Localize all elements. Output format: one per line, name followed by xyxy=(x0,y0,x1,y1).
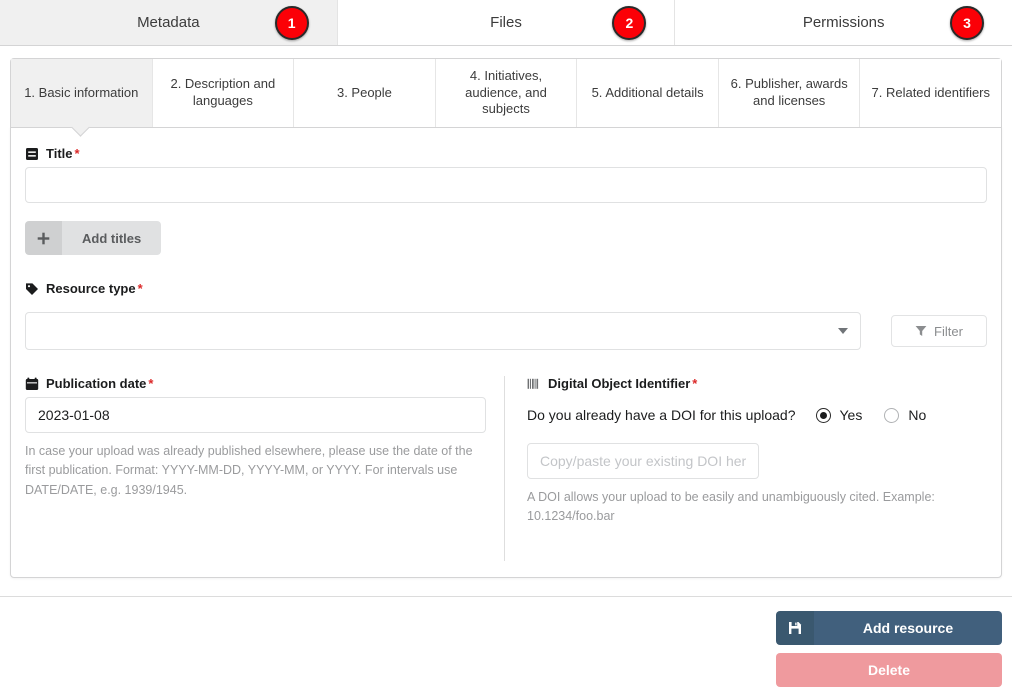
doi-input[interactable] xyxy=(527,443,759,479)
resource-type-required-asterisk: * xyxy=(137,281,143,296)
tab-files[interactable]: Files 2 xyxy=(337,0,676,45)
publication-date-label-text: Publication date xyxy=(46,376,147,391)
doi-column: Digital Object Identifier * Do you alrea… xyxy=(505,376,987,561)
doi-radio-group: Yes No xyxy=(815,407,926,423)
save-icon xyxy=(776,611,814,645)
add-titles-button-label: Add titles xyxy=(62,221,162,255)
step-tab-description-and-languages[interactable]: 2. Description and languages xyxy=(152,59,295,127)
tab-permissions-label: Permissions xyxy=(802,14,885,31)
add-titles-button[interactable]: Add titles xyxy=(25,221,162,255)
tab-files-badge: 2 xyxy=(612,5,647,40)
radio-unselected-icon xyxy=(884,407,900,423)
chevron-down-icon xyxy=(838,328,848,334)
doi-radio-yes[interactable]: Yes xyxy=(815,407,863,423)
book-icon xyxy=(25,147,39,161)
publication-date-input[interactable] xyxy=(25,397,486,433)
doi-required-asterisk: * xyxy=(692,376,698,391)
step-tab-related-identifiers[interactable]: 7. Related identifiers xyxy=(860,59,1002,127)
primary-tab-bar: Metadata 1 Files 2 Permissions 3 xyxy=(0,0,1012,46)
resource-type-field-label: Resource type * xyxy=(25,281,987,296)
footer-actions: Add resource Delete xyxy=(0,597,1012,687)
publication-date-column: Publication date * In case your upload w… xyxy=(25,376,505,561)
barcode-icon xyxy=(527,378,541,390)
tab-permissions-badge: 3 xyxy=(950,5,985,40)
resource-type-row: Filter xyxy=(25,312,987,350)
add-resource-button-label: Add resource xyxy=(814,611,1002,645)
doi-field-label: Digital Object Identifier * xyxy=(527,376,987,391)
step-tab-section: 1. Basic information 2. Description and … xyxy=(0,46,1012,127)
step-tab-label: 7. Related identifiers xyxy=(871,84,991,100)
step-tab-initiatives-audience-subjects[interactable]: 4. Initiatives, audience, and subjects xyxy=(435,59,578,127)
tag-icon xyxy=(25,282,39,296)
date-and-doi-columns: Publication date * In case your upload w… xyxy=(25,376,987,561)
publication-date-hint: In case your upload was already publishe… xyxy=(25,444,473,497)
resource-type-label-text: Resource type xyxy=(46,281,136,296)
calendar-icon xyxy=(25,377,39,391)
basic-information-form-panel: Title * Add titles Resource type * Filte… xyxy=(10,127,1002,578)
step-tab-basic-information[interactable]: 1. Basic information xyxy=(11,59,153,127)
publication-date-required-asterisk: * xyxy=(148,376,154,391)
resource-type-select[interactable] xyxy=(25,312,861,350)
filter-button[interactable]: Filter xyxy=(891,315,987,347)
funnel-icon xyxy=(915,325,927,337)
publication-date-field-label: Publication date * xyxy=(25,376,486,391)
title-required-asterisk: * xyxy=(74,146,80,161)
resource-type-select-wrapper xyxy=(25,312,861,350)
step-tab-label: 5. Additional details xyxy=(591,84,704,100)
tab-metadata[interactable]: Metadata 1 xyxy=(0,0,338,45)
radio-selected-icon xyxy=(815,407,831,423)
step-tab-publisher-awards-licenses[interactable]: 6. Publisher, awards and licenses xyxy=(718,59,861,127)
step-tab-additional-details[interactable]: 5. Additional details xyxy=(577,59,719,127)
add-resource-button[interactable]: Add resource xyxy=(776,611,1002,645)
tab-permissions[interactable]: Permissions 3 xyxy=(675,0,1012,45)
doi-radio-yes-label: Yes xyxy=(839,407,863,423)
doi-radio-no[interactable]: No xyxy=(884,407,926,423)
filter-button-label: Filter xyxy=(934,323,963,339)
doi-question-text: Do you already have a DOI for this uploa… xyxy=(527,407,796,423)
tab-metadata-badge: 1 xyxy=(274,5,309,40)
doi-label-text: Digital Object Identifier xyxy=(548,376,691,391)
step-tab-bar: 1. Basic information 2. Description and … xyxy=(10,58,1002,127)
plus-icon xyxy=(25,221,62,255)
tab-metadata-label: Metadata xyxy=(137,14,200,31)
step-tab-label: 2. Description and languages xyxy=(170,76,276,108)
step-tab-label: 6. Publisher, awards and licenses xyxy=(730,76,848,108)
title-field-label: Title * xyxy=(25,146,987,161)
step-tab-people[interactable]: 3. People xyxy=(294,59,436,127)
title-label-text: Title xyxy=(46,146,73,161)
footer-button-stack: Add resource Delete xyxy=(776,611,1002,687)
doi-hint: A DOI allows your upload to be easily an… xyxy=(527,490,935,524)
step-tab-label: 1. Basic information xyxy=(24,84,139,100)
tab-files-label: Files xyxy=(490,14,522,31)
step-tab-label: 3. People xyxy=(336,84,392,100)
delete-button[interactable]: Delete xyxy=(776,653,1002,687)
title-input[interactable] xyxy=(25,167,987,203)
doi-question-row: Do you already have a DOI for this uploa… xyxy=(527,407,987,423)
doi-radio-no-label: No xyxy=(908,407,927,423)
step-tab-label: 4. Initiatives, audience, and subjects xyxy=(465,67,547,117)
